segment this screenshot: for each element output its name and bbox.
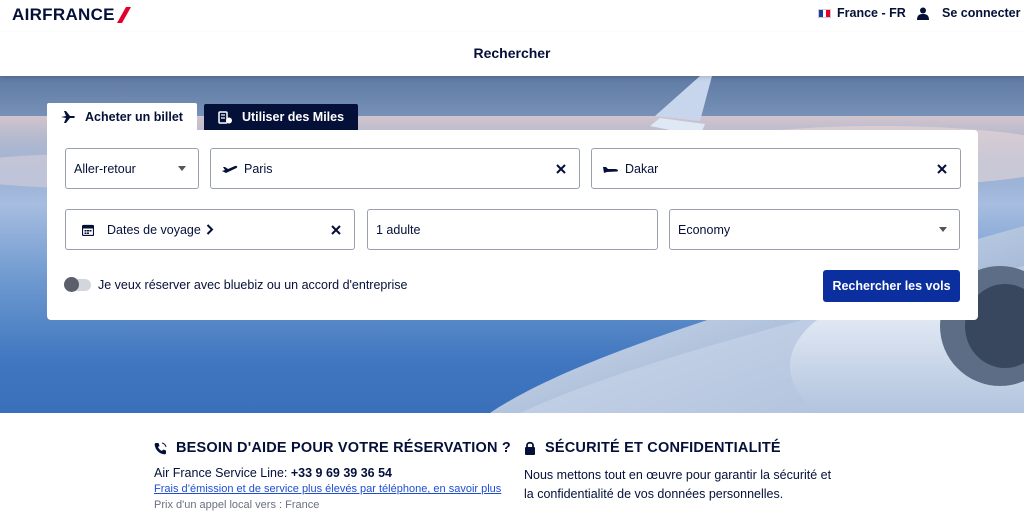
passengers-value: 1 adulte [376,222,421,237]
signin-label: Se connecter [942,6,1021,20]
miles-icon [218,110,232,124]
lock-icon [525,441,535,455]
travel-dates-label: Dates de voyage [107,222,201,237]
security-text: Nous mettons tout en œuvre pour garantir… [524,468,832,501]
destination-value: Dakar [625,161,659,176]
tab-buy-ticket-label: Acheter un billet [85,110,183,124]
page-title: Rechercher [473,45,551,61]
local-call-note: Prix d'un appel local vers : France [154,499,320,511]
help-section: BESOIN D'AIDE POUR VOTRE RÉSERVATION ? A… [154,440,511,511]
passengers-field[interactable]: 1 adulte [367,209,658,250]
search-title-bar: Rechercher [0,32,1024,76]
air-france-logo[interactable]: AIRFRANCE [12,5,131,25]
user-icon [917,7,929,20]
airplane-icon [61,111,75,123]
departure-plane-icon [222,165,238,173]
top-header: AIRFRANCE France - FR Se connecter [0,0,1024,32]
booking-tabs: Acheter un billet Utiliser des Miles [47,103,359,131]
security-title-text: SÉCURITÉ ET CONFIDENTIALITÉ [545,440,781,456]
fees-info-link[interactable]: Frais d’émission et de service plus élev… [154,483,511,495]
trip-type-select[interactable]: Aller-retour [65,148,199,189]
service-label: Air France Service Line: [154,466,288,480]
travel-dates-field[interactable]: Dates de voyage [65,209,355,250]
chevron-down-icon [178,166,186,171]
service-line: Air France Service Line: +33 9 69 39 36 … [154,466,511,480]
help-title: BESOIN D'AIDE POUR VOTRE RÉSERVATION ? [154,440,511,456]
calendar-icon [82,224,94,236]
france-flag-icon [818,8,831,18]
security-section: SÉCURITÉ ET CONFIDENTIALITÉ Nous mettons… [524,440,834,504]
cabin-class-select[interactable]: Economy [669,209,960,250]
security-title: SÉCURITÉ ET CONFIDENTIALITÉ [524,440,834,456]
arrival-plane-icon [603,166,619,173]
flight-search-form: Aller-retour Paris Dakar Dates de voyage [47,130,978,320]
chevron-down-icon [939,227,947,232]
toggle-knob [64,277,79,292]
origin-value: Paris [244,161,273,176]
business-toggle-row: Je veux réserver avec bluebiz ou un acco… [64,277,408,292]
service-phone[interactable]: +33 9 69 39 36 54 [291,466,392,480]
clear-origin-icon[interactable] [554,162,568,176]
logo-stripe-icon [116,7,131,23]
chevron-right-icon [206,224,214,235]
phone-icon [154,442,167,454]
origin-field[interactable]: Paris [210,148,580,189]
business-toggle[interactable] [64,277,91,292]
trip-type-value: Aller-retour [74,161,136,176]
signin-link[interactable]: Se connecter [917,6,1021,20]
tab-use-miles-label: Utiliser des Miles [241,110,345,124]
business-toggle-label: Je veux réserver avec bluebiz ou un acco… [98,278,408,292]
help-title-text: BESOIN D'AIDE POUR VOTRE RÉSERVATION ? [176,440,511,456]
cabin-class-value: Economy [678,222,731,237]
clear-destination-icon[interactable] [935,162,949,176]
tab-buy-ticket[interactable]: Acheter un billet [47,103,197,131]
tab-use-miles[interactable]: Utiliser des Miles [203,104,359,130]
locale-selector[interactable]: France - FR [818,6,906,20]
search-flights-button[interactable]: Rechercher les vols [823,270,960,302]
destination-field[interactable]: Dakar [591,148,961,189]
clear-dates-icon[interactable] [329,223,343,237]
logo-text: AIRFRANCE [12,5,115,24]
locale-label: France - FR [837,6,906,20]
